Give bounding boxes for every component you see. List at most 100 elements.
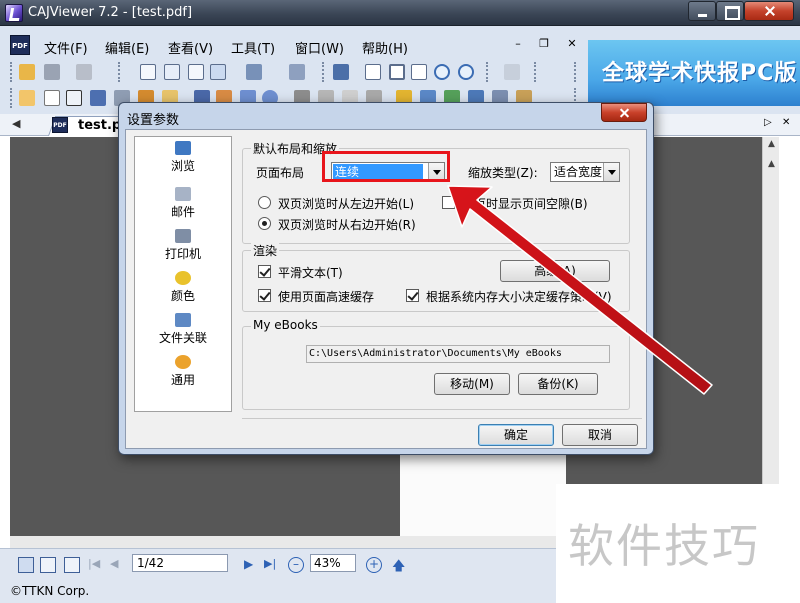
smooth-text-checkbox[interactable] xyxy=(258,265,271,278)
nav-item-general[interactable]: 通用 xyxy=(135,355,231,388)
cancel-button[interactable]: 取消 xyxy=(562,424,638,446)
zoom-type-value: 适合宽度 xyxy=(554,165,603,179)
nav-item-printer[interactable]: 打印机 xyxy=(135,229,231,262)
watermark-text: 软件技巧 xyxy=(568,519,760,573)
tab-scroll-right-icon[interactable]: ▷ xyxy=(764,117,772,128)
title-bar: CAJViewer 7.2 - [test.pdf] xyxy=(0,0,800,26)
fullscreen-icon[interactable] xyxy=(333,64,349,80)
menu-view[interactable]: 查看(V) xyxy=(168,38,213,57)
page-number-input[interactable]: 1/42 xyxy=(132,554,228,572)
copyright-text: ©TTKN Corp. xyxy=(10,584,90,598)
zoom-level-input[interactable]: 43% xyxy=(310,554,356,572)
nav-item-label: 颜色 xyxy=(170,289,195,303)
nav-item-label: 邮件 xyxy=(170,205,195,219)
toolbar-grip[interactable] xyxy=(574,62,578,82)
toolbar-grip[interactable] xyxy=(486,62,490,82)
actual-size-icon[interactable] xyxy=(411,64,427,80)
advanced-button[interactable]: 高级(A) xyxy=(500,260,610,282)
hand-tool-icon[interactable] xyxy=(19,90,35,106)
nav-item-mail[interactable]: 邮件 xyxy=(135,187,231,220)
menu-file[interactable]: 文件(F) xyxy=(44,38,88,57)
first-page-icon[interactable] xyxy=(504,64,520,80)
zoom-out-button[interactable]: – xyxy=(288,557,304,573)
zoom-in-button[interactable]: + xyxy=(366,557,382,573)
app-logo-icon xyxy=(5,4,23,22)
previous-page-icon[interactable]: ◀ xyxy=(110,557,126,573)
nav-item-label: 打印机 xyxy=(164,247,201,261)
page-setup-icon[interactable] xyxy=(289,64,305,80)
continuous-view-icon[interactable] xyxy=(40,557,56,573)
open-icon[interactable] xyxy=(19,64,35,80)
scroll-up-icon[interactable]: ▲ xyxy=(765,139,778,154)
tab-scroll-left-icon[interactable]: ◀ xyxy=(12,117,20,130)
dialog-close-button[interactable] xyxy=(601,103,647,122)
facing-page-icon[interactable] xyxy=(188,64,204,80)
toolbar-grip[interactable] xyxy=(322,62,326,82)
snapshot-icon[interactable] xyxy=(90,90,106,106)
rotate-icon[interactable] xyxy=(246,64,262,80)
fit-width-icon[interactable] xyxy=(389,64,405,80)
tab-close-icon[interactable]: ✕ xyxy=(782,117,790,128)
menu-tools[interactable]: 工具(T) xyxy=(231,38,275,57)
radio-start-left[interactable] xyxy=(258,196,271,209)
menu-window[interactable]: 窗口(W) xyxy=(295,38,344,57)
page-cache-checkbox[interactable] xyxy=(258,289,271,302)
single-page-icon[interactable] xyxy=(140,64,156,80)
zoom-type-select[interactable]: 适合宽度 xyxy=(550,162,620,182)
maximize-button[interactable] xyxy=(716,1,744,21)
toolbar-grip[interactable] xyxy=(10,62,14,82)
mdi-close-button[interactable]: ✕ xyxy=(565,38,579,50)
mdi-minimize-button[interactable]: – xyxy=(511,38,525,50)
show-gap-checkbox[interactable] xyxy=(442,196,455,209)
facing-continuous-icon[interactable] xyxy=(210,64,226,80)
close-button[interactable] xyxy=(744,1,794,21)
scroll-page-up-icon[interactable]: ▲ xyxy=(765,159,778,174)
single-page-view-icon[interactable] xyxy=(18,557,34,573)
menu-edit[interactable]: 编辑(E) xyxy=(105,38,149,57)
ok-button[interactable]: 确定 xyxy=(478,424,554,446)
chevron-down-icon[interactable] xyxy=(603,163,619,181)
dialog-separator xyxy=(242,418,642,419)
page-cache-label[interactable]: 使用页面高速缓存 xyxy=(278,288,374,305)
up-arrow-icon[interactable]: 🡅 xyxy=(392,557,408,574)
nav-item-color[interactable]: 颜色 xyxy=(135,271,231,304)
system-memory-label[interactable]: 根据系统内存大小决定缓存策略(V) xyxy=(426,288,636,305)
settings-category-list: 浏览 邮件 打印机 颜色 文件关联 通用 xyxy=(134,136,232,412)
color-icon xyxy=(175,271,191,285)
toolbar-grip[interactable] xyxy=(118,62,122,82)
minimize-button[interactable] xyxy=(688,1,716,21)
print-icon[interactable] xyxy=(76,64,92,80)
fit-page-icon[interactable] xyxy=(365,64,381,80)
smooth-text-label[interactable]: 平滑文本(T) xyxy=(278,264,343,281)
ebooks-group: My eBooks xyxy=(242,318,630,410)
radio-start-left-label[interactable]: 双页浏览时从左边开始(L) xyxy=(278,195,414,212)
select-arrow-icon[interactable] xyxy=(44,90,60,106)
toolbar-grip[interactable] xyxy=(534,62,538,82)
zoom-out-icon[interactable] xyxy=(458,64,474,80)
system-memory-checkbox[interactable] xyxy=(406,289,419,302)
ebooks-path-field[interactable]: C:\Users\Administrator\Documents\My eBoo… xyxy=(306,345,610,363)
menu-help[interactable]: 帮助(H) xyxy=(362,38,408,57)
banner-text: 全球学术快报PC版 xyxy=(602,61,798,86)
radio-start-right-label[interactable]: 双页浏览时从右边开始(R) xyxy=(278,216,416,233)
annotation-highlight-box xyxy=(322,151,450,182)
first-page-icon[interactable]: |◀ xyxy=(88,557,104,573)
last-page-icon[interactable]: ▶| xyxy=(264,557,280,573)
nav-item-browse[interactable]: 浏览 xyxy=(135,141,231,174)
facing-view-icon[interactable] xyxy=(64,557,80,573)
text-select-icon[interactable] xyxy=(66,90,82,106)
nav-item-file-association[interactable]: 文件关联 xyxy=(135,313,231,346)
save-icon[interactable] xyxy=(44,64,60,80)
show-gap-label[interactable]: 双页时显示页间空隙(B) xyxy=(462,195,588,212)
mdi-restore-button[interactable]: ❐ xyxy=(537,38,551,50)
backup-button[interactable]: 备份(K) xyxy=(518,373,598,395)
next-page-icon[interactable]: ▶ xyxy=(244,557,260,573)
ad-banner[interactable]: 全球学术快报PC版 xyxy=(588,40,800,106)
radio-start-right[interactable] xyxy=(258,217,271,230)
zoom-in-icon[interactable] xyxy=(434,64,450,80)
mail-icon xyxy=(175,187,191,201)
toolbar-grip[interactable] xyxy=(10,88,14,108)
continuous-page-icon[interactable] xyxy=(164,64,180,80)
browse-icon xyxy=(175,141,191,155)
move-button[interactable]: 移动(M) xyxy=(434,373,510,395)
